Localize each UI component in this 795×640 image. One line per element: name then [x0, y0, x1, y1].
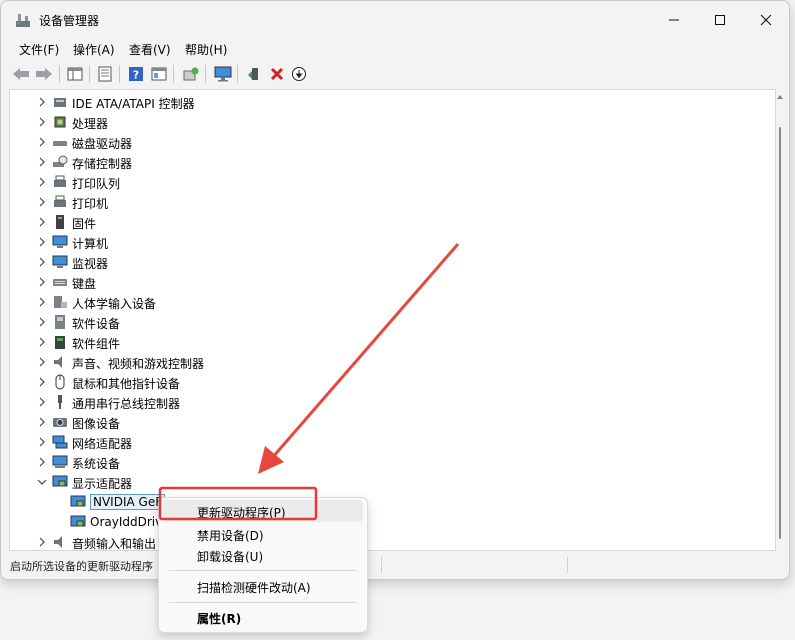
- highlight-box: [158, 486, 318, 521]
- annotation-arrow: [258, 243, 460, 474]
- annotation-overlay: [158, 243, 460, 521]
